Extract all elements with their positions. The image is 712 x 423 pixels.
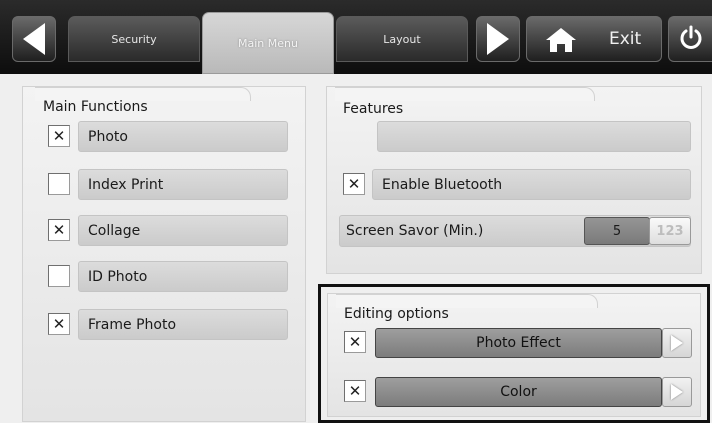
photo-label: Photo [88, 128, 128, 145]
index-print-option[interactable]: Index Print [78, 169, 288, 200]
id-photo-label: ID Photo [88, 268, 148, 285]
exit-button[interactable]: Exit [526, 16, 662, 62]
index-print-label: Index Print [88, 176, 164, 193]
features-title: Features [343, 101, 404, 117]
exit-label: Exit [609, 29, 642, 49]
photo-option[interactable]: Photo [78, 121, 288, 152]
id-photo-checkbox[interactable] [48, 265, 70, 287]
screen-saver-value-text: 5 [612, 223, 622, 239]
keypad-icon: 123 [656, 223, 684, 239]
tab-layout[interactable]: Layout [336, 16, 468, 62]
panel-tab-shape [335, 87, 595, 101]
photo-effect-checkbox[interactable]: ✕ [344, 331, 366, 353]
color-dropdown[interactable]: Color [375, 377, 662, 407]
tab-main-menu-label: Main Menu [238, 36, 298, 50]
back-button[interactable] [12, 16, 56, 62]
top-navigation-bar: Security Main Menu Layout Exit [0, 0, 712, 74]
editing-options-box: Editing options ✕ Photo Effect ✕ Color [318, 284, 710, 423]
screen-saver-label: Screen Savor (Min.) [346, 223, 484, 239]
frame-photo-option[interactable]: Frame Photo [78, 309, 288, 340]
collage-checkbox[interactable]: ✕ [48, 219, 70, 241]
arrow-right-icon [671, 335, 683, 351]
forward-button[interactable] [476, 16, 520, 62]
main-functions-title: Main Functions [43, 99, 148, 115]
arrow-right-icon [487, 23, 509, 55]
keypad-button[interactable]: 123 [649, 217, 691, 245]
tab-layout-label: Layout [383, 32, 421, 46]
enable-bluetooth-checkbox[interactable]: ✕ [343, 173, 365, 195]
tab-security-label: Security [111, 32, 157, 46]
photo-effect-arrow-button[interactable] [662, 328, 692, 358]
home-icon [545, 27, 577, 57]
id-photo-option[interactable]: ID Photo [78, 261, 288, 292]
power-button[interactable] [668, 16, 712, 62]
color-checkbox[interactable]: ✕ [344, 380, 366, 402]
tab-security[interactable]: Security [68, 16, 200, 62]
collage-option[interactable]: Collage [78, 215, 288, 246]
photo-effect-dropdown[interactable]: Photo Effect [375, 328, 662, 358]
color-arrow-button[interactable] [662, 377, 692, 407]
screen-saver-value[interactable]: 5 [584, 217, 650, 245]
features-panel: Features ✕ Enable Bluetooth Screen Savor… [326, 86, 702, 274]
arrow-left-icon [23, 23, 45, 55]
empty-feature-field[interactable] [377, 121, 691, 152]
enable-bluetooth-option[interactable]: Enable Bluetooth [372, 169, 691, 200]
settings-content: Main Functions ✕ Photo Index Print ✕ Col… [0, 74, 712, 423]
photo-effect-label: Photo Effect [476, 335, 561, 351]
arrow-right-icon [671, 384, 683, 400]
editing-options-panel: Editing options ✕ Photo Effect ✕ Color [327, 293, 701, 417]
collage-label: Collage [88, 222, 141, 239]
index-print-checkbox[interactable] [48, 173, 70, 195]
enable-bluetooth-label: Enable Bluetooth [382, 176, 503, 193]
color-label: Color [500, 384, 537, 400]
frame-photo-checkbox[interactable]: ✕ [48, 313, 70, 335]
editing-options-title: Editing options [344, 306, 449, 322]
photo-checkbox[interactable]: ✕ [48, 125, 70, 147]
tab-main-menu[interactable]: Main Menu [202, 12, 334, 74]
main-functions-panel: Main Functions ✕ Photo Index Print ✕ Col… [22, 86, 306, 422]
frame-photo-label: Frame Photo [88, 316, 177, 333]
power-icon [678, 24, 704, 54]
